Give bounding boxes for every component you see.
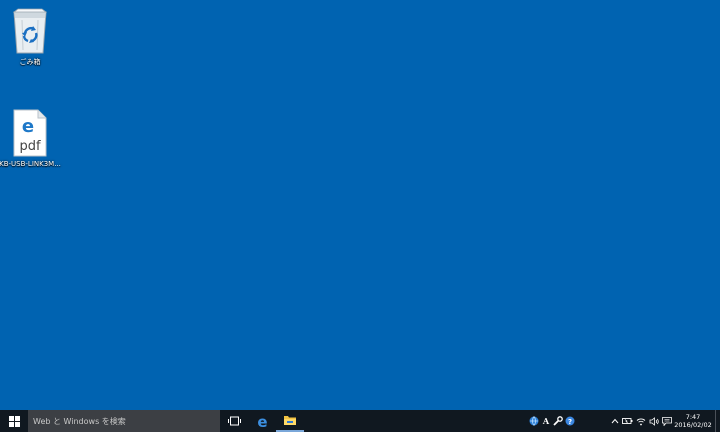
- task-view-icon: [227, 416, 241, 426]
- desktop-icon-recycle-bin[interactable]: ごみ箱: [1, 6, 59, 67]
- network-globe-icon: [529, 416, 539, 426]
- recycle-bin-icon: [7, 6, 53, 56]
- desktop-icon-pdf-file[interactable]: e pdf KB-USB-LINK3M...: [0, 108, 61, 169]
- edge-button[interactable]: e: [248, 410, 276, 432]
- svg-text:?: ?: [568, 418, 572, 426]
- show-desktop-button[interactable]: [715, 410, 720, 432]
- desktop-icon-label: KB-USB-LINK3M...: [0, 160, 61, 168]
- tray-help[interactable]: ?: [564, 410, 576, 432]
- wrench-icon: [553, 416, 563, 426]
- windows-logo-icon: [8, 415, 20, 427]
- taskbar: Web と Windows を検索 e A ? 7:47 2016/02/02: [0, 410, 720, 432]
- clock-date: 2016/02/02: [674, 421, 712, 429]
- clock[interactable]: 7:47 2016/02/02: [673, 410, 713, 432]
- battery-icon: [622, 418, 633, 424]
- tray-volume[interactable]: [647, 410, 660, 432]
- clock-time: 7:47: [685, 413, 701, 421]
- speaker-icon: [649, 416, 659, 426]
- action-center-button[interactable]: [660, 410, 673, 432]
- tray-wrench[interactable]: [552, 410, 564, 432]
- help-icon: ?: [565, 416, 575, 426]
- task-view-button[interactable]: [220, 410, 248, 432]
- desktop-icon-label: ごみ箱: [19, 58, 41, 66]
- tray-wifi[interactable]: [634, 410, 647, 432]
- file-explorer-icon: [284, 416, 296, 425]
- pdf-file-icon: e pdf: [7, 108, 53, 158]
- file-explorer-button[interactable]: [276, 410, 304, 432]
- svg-text:e: e: [257, 415, 267, 428]
- svg-text:e: e: [22, 116, 34, 137]
- wifi-icon: [636, 418, 645, 425]
- desktop[interactable]: ごみ箱 e pdf KB-USB-LINK3M...: [0, 0, 720, 410]
- show-hidden-icons-button[interactable]: [608, 410, 621, 432]
- pdf-glyph-text: pdf: [19, 139, 41, 154]
- search-placeholder: Web と Windows を検索: [33, 416, 126, 426]
- start-button[interactable]: [0, 410, 28, 432]
- chevron-up-icon: [611, 418, 618, 424]
- tray-battery[interactable]: [621, 410, 634, 432]
- edge-icon: e: [257, 415, 267, 428]
- tray-ime-a[interactable]: A: [540, 410, 552, 432]
- tray-network-globe[interactable]: [528, 410, 540, 432]
- ime-a-icon: A: [542, 416, 550, 426]
- search-box[interactable]: Web と Windows を検索: [28, 410, 220, 432]
- action-center-icon: [661, 416, 672, 426]
